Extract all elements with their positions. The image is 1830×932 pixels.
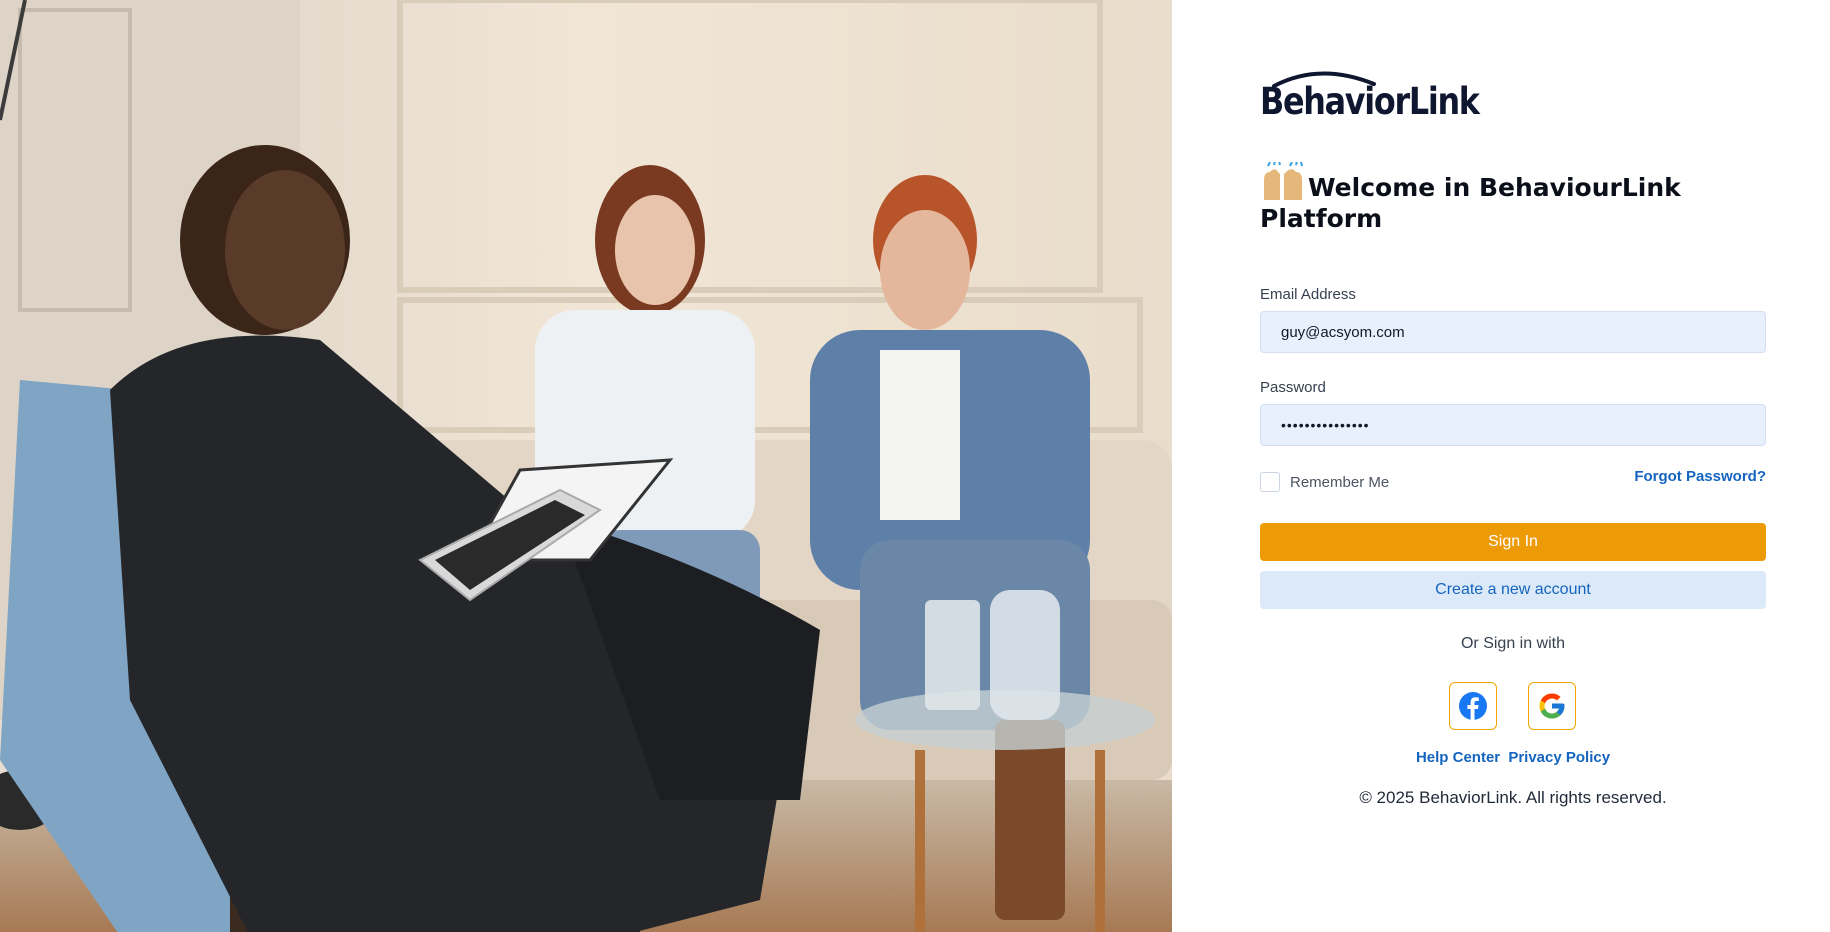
hero-photo (0, 0, 1172, 932)
copyright-text: © 2025 BehaviorLink. All rights reserved… (1359, 788, 1667, 807)
login-panel: BehaviorLink Welcome in BehaviourLink Pl… (1172, 0, 1830, 932)
email-field[interactable]: guy@acsyom.com (1260, 311, 1766, 353)
facebook-icon (1459, 692, 1487, 720)
remember-me[interactable]: Remember Me (1260, 472, 1389, 492)
facebook-signin-button[interactable] (1449, 682, 1497, 730)
raised-hands-emoji-icon (1264, 162, 1303, 200)
google-icon (1539, 693, 1565, 719)
google-signin-button[interactable] (1528, 682, 1576, 730)
email-value: guy@acsyom.com (1281, 323, 1405, 341)
password-value: ••••••••••••••• (1281, 417, 1370, 433)
email-label: Email Address (1260, 286, 1356, 303)
therapy-session-image (0, 0, 1172, 932)
remember-checkbox[interactable] (1260, 472, 1280, 492)
brand-logo: BehaviorLink (1260, 66, 1480, 124)
footer-links: Help Center Privacy Policy (1260, 749, 1766, 766)
forgot-password-link[interactable]: Forgot Password? (1634, 468, 1766, 485)
welcome-heading: Welcome in BehaviourLink Platform (1260, 162, 1766, 234)
logo-text: BehaviorLink (1260, 80, 1480, 123)
remember-label: Remember Me (1290, 473, 1390, 491)
sign-in-button[interactable]: Sign In (1260, 523, 1766, 561)
privacy-policy-link[interactable]: Privacy Policy (1508, 749, 1610, 766)
create-account-button[interactable]: Create a new account (1260, 571, 1766, 609)
login-page: BehaviorLink Welcome in BehaviourLink Pl… (0, 0, 1830, 932)
or-sign-in-with: Or Sign in with (1460, 635, 1566, 652)
password-field[interactable]: ••••••••••••••• (1260, 404, 1766, 446)
help-center-link[interactable]: Help Center (1416, 749, 1500, 766)
password-label: Password (1260, 379, 1326, 396)
welcome-title: Welcome in BehaviourLink Platform (1260, 173, 1681, 233)
